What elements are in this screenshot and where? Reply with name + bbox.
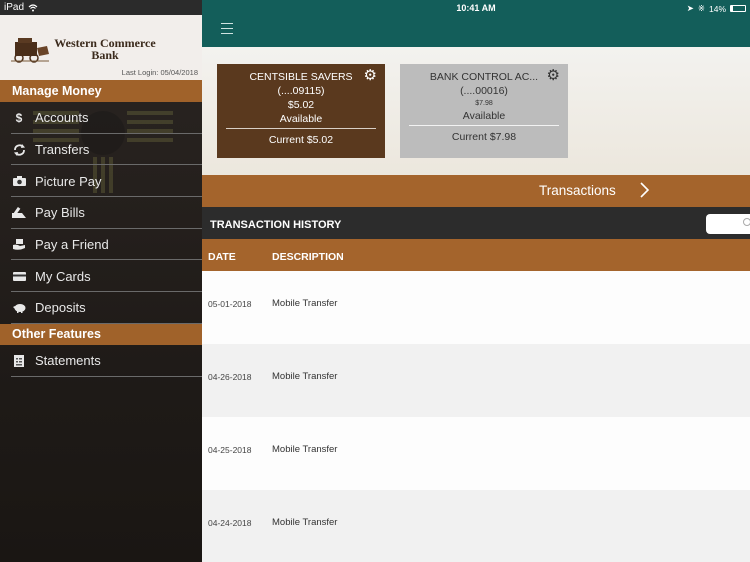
row-description: Mobile Transfer xyxy=(272,371,338,382)
account-card-centsible-savers[interactable]: ⚙ CENTSIBLE SAVERS (....09115) $5.02 Ava… xyxy=(217,64,385,158)
current-balance: Current $7.98 xyxy=(451,131,517,143)
sidebar-item-picture-pay[interactable]: Picture Pay xyxy=(0,165,202,197)
location-icon: ➤ xyxy=(686,3,694,13)
row-date: 04-26-2018 xyxy=(208,372,252,382)
table-row[interactable]: 05-01-2018 Mobile Transfer xyxy=(202,271,750,344)
sidebar-item-label: My Cards xyxy=(35,268,91,284)
piggy-bank-icon xyxy=(12,303,26,313)
battery-icon xyxy=(730,5,746,12)
row-description: Mobile Transfer xyxy=(272,298,338,309)
sidebar-item-pay-bills[interactable]: Pay Bills xyxy=(0,197,202,229)
available-label: Available xyxy=(462,110,506,122)
gear-icon[interactable]: ⚙ xyxy=(547,68,560,83)
column-header-description: DESCRIPTION xyxy=(272,251,344,263)
table-row[interactable]: 04-24-2018 Mobile Transfer xyxy=(202,490,750,562)
bank-name: Western Commerce Bank xyxy=(54,36,156,62)
sidebar-item-statements[interactable]: Statements xyxy=(0,345,202,377)
sidebar-item-accounts[interactable]: $ Accounts xyxy=(0,102,202,134)
row-date: 05-01-2018 xyxy=(208,299,252,309)
account-name: BANK CONTROL AC... xyxy=(429,71,539,83)
hand-money-icon xyxy=(12,239,26,250)
menu-icon[interactable] xyxy=(221,23,233,34)
table-row[interactable]: 04-26-2018 Mobile Transfer xyxy=(202,344,750,417)
pay-bills-icon xyxy=(12,207,26,219)
account-card-bank-control[interactable]: ⚙ BANK CONTROL AC... (....00016) $7.98 A… xyxy=(400,64,568,158)
transactions-label: Transactions xyxy=(539,183,616,198)
search-icon xyxy=(743,218,750,226)
column-header-date: DATE xyxy=(208,251,236,263)
card-divider xyxy=(409,125,559,126)
sidebar-item-my-cards[interactable]: My Cards xyxy=(0,260,202,292)
sidebar-item-label: Picture Pay xyxy=(35,173,102,189)
sidebar-item-label: Accounts xyxy=(35,110,89,126)
chevron-right-icon xyxy=(640,182,650,198)
sidebar-item-pay-a-friend[interactable]: Pay a Friend xyxy=(0,229,202,261)
bank-logo-header: Western Commerce Bank Last Login: 05/04/… xyxy=(0,15,202,80)
account-name: CENTSIBLE SAVERS xyxy=(249,71,353,83)
stagecoach-logo-icon xyxy=(11,38,49,63)
status-bar-left: iPad xyxy=(0,0,202,15)
row-description: Mobile Transfer xyxy=(272,444,338,455)
bluetooth-icon: ※ xyxy=(697,3,705,13)
sidebar-item-label: Pay Bills xyxy=(35,205,85,221)
transaction-history-title: TRANSACTION HISTORY xyxy=(210,219,342,231)
sidebar: iPad Western Commerce Bank Last Login: 0… xyxy=(0,0,202,562)
card-divider xyxy=(226,128,376,129)
sidebar-item-label: Deposits xyxy=(35,300,86,316)
device-label: iPad xyxy=(4,2,25,13)
account-number: (....09115) xyxy=(277,85,325,97)
credit-card-icon xyxy=(12,271,26,281)
sidebar-item-label: Statements xyxy=(35,353,101,369)
section-manage-money: Manage Money xyxy=(0,80,202,102)
row-description: Mobile Transfer xyxy=(272,517,338,528)
sidebar-item-deposits[interactable]: Deposits xyxy=(0,292,202,324)
last-login-text: Last Login: 05/04/2018 xyxy=(121,68,198,77)
status-bar-right: ➤ ※ 14% xyxy=(687,3,746,14)
search-input[interactable] xyxy=(706,214,750,234)
wifi-icon xyxy=(28,3,38,11)
gear-icon[interactable]: ⚙ xyxy=(364,68,377,83)
account-number: (....00016) xyxy=(460,85,508,97)
transactions-button[interactable]: Transactions xyxy=(202,175,750,207)
current-balance: Current $5.02 xyxy=(268,134,334,146)
account-cards-area: ⚙ CENTSIBLE SAVERS (....09115) $5.02 Ava… xyxy=(202,47,750,175)
row-date: 04-25-2018 xyxy=(208,445,252,455)
available-amount: $7.98 xyxy=(475,100,493,107)
camera-icon xyxy=(12,176,26,187)
battery-percent: 14% xyxy=(708,3,726,14)
refresh-icon xyxy=(12,143,26,156)
table-row[interactable]: 04-25-2018 Mobile Transfer xyxy=(202,417,750,490)
sidebar-item-transfers[interactable]: Transfers xyxy=(0,134,202,166)
dollar-icon: $ xyxy=(15,110,23,125)
document-icon xyxy=(12,354,26,367)
app-header: 10:41 AM ➤ ※ 14% xyxy=(202,0,750,47)
row-date: 04-24-2018 xyxy=(208,518,252,528)
sidebar-item-label: Transfers xyxy=(35,142,90,158)
sidebar-item-label: Pay a Friend xyxy=(35,237,109,253)
table-header: DATE DESCRIPTION xyxy=(202,239,750,271)
transaction-history-header: TRANSACTION HISTORY xyxy=(202,207,750,239)
status-time: 10:41 AM xyxy=(456,3,496,13)
section-other-features: Other Features xyxy=(0,323,202,345)
available-amount: $5.02 xyxy=(287,99,315,111)
available-label: Available xyxy=(279,113,323,125)
main-content: 10:41 AM ➤ ※ 14% ⚙ CENTSIBLE SAVERS (...… xyxy=(202,0,750,562)
